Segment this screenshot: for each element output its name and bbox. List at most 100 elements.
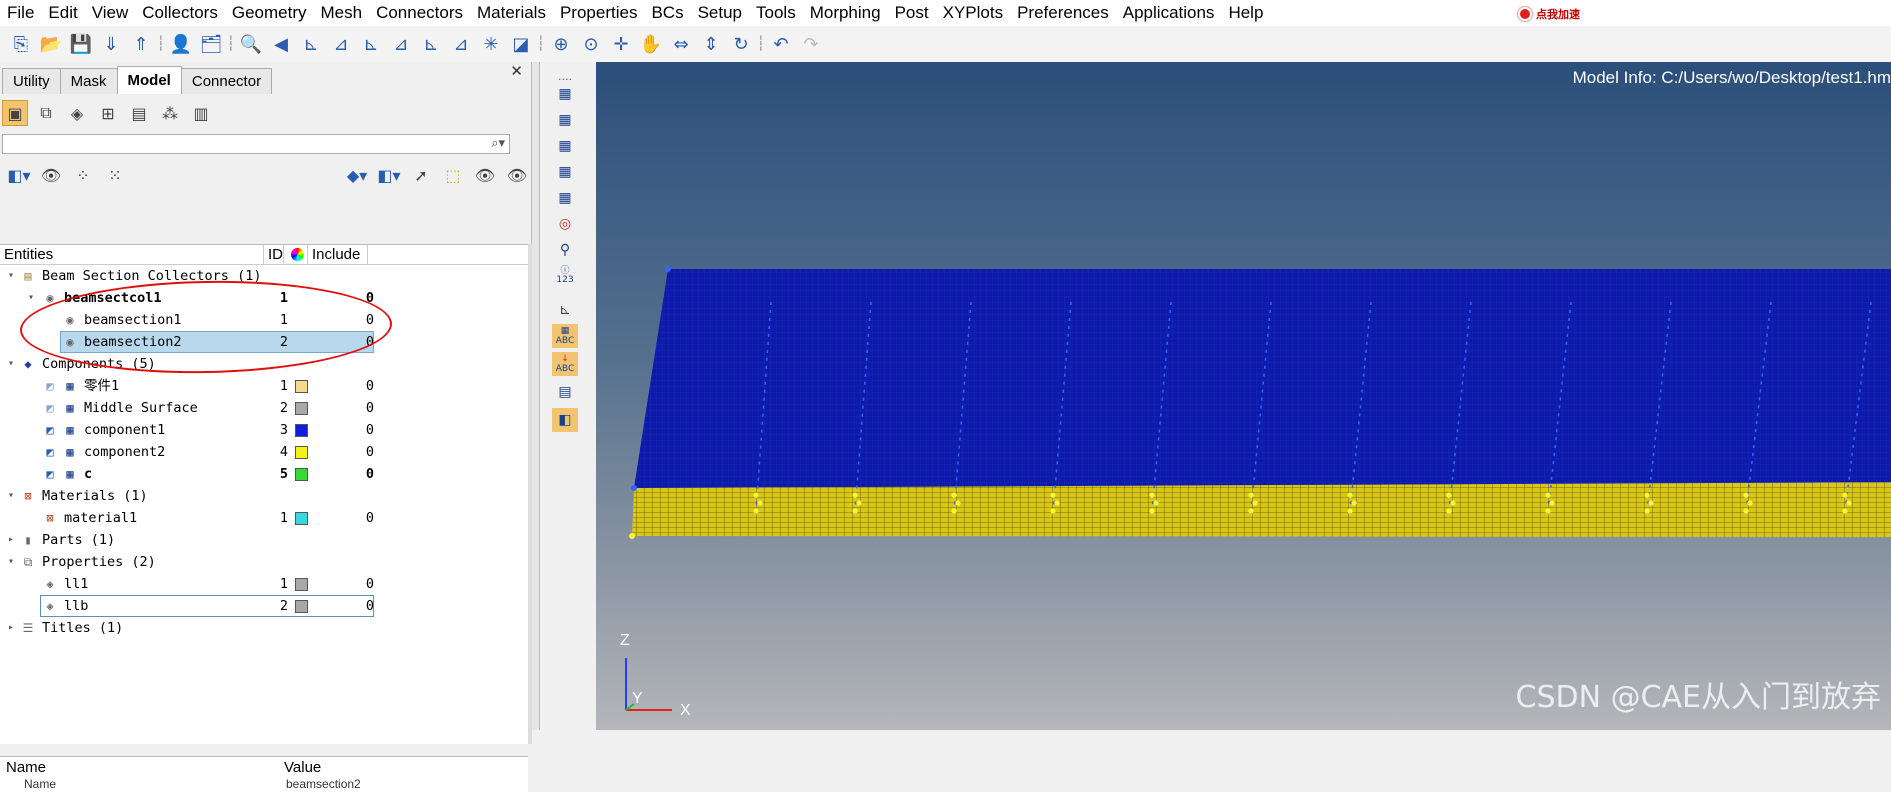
redo-icon[interactable]: ↷ xyxy=(798,31,824,57)
color-swatch[interactable] xyxy=(295,402,308,415)
tree-row-property[interactable]: ◈ ll1 1 0 xyxy=(0,573,528,595)
material-view-icon[interactable]: ⊞ xyxy=(95,100,121,126)
menu-item-edit[interactable]: Edit xyxy=(41,3,84,23)
zoom-icon[interactable]: 🔍 xyxy=(238,31,264,57)
measure-icon[interactable]: ⊾ xyxy=(552,298,578,322)
menu-item-connectors[interactable]: Connectors xyxy=(369,3,470,23)
color-swatch[interactable] xyxy=(295,512,308,525)
property-value-cell[interactable]: beamsection2 xyxy=(286,777,361,791)
menu-item-geometry[interactable]: Geometry xyxy=(225,3,314,23)
mesh-toggle-icon[interactable]: ▦ xyxy=(62,378,78,394)
tree-row-component[interactable]: ◩ ▦ c 5 0 xyxy=(0,463,528,485)
tree-row-property[interactable]: ◈ llb 2 0 xyxy=(0,595,528,617)
tree-group-properties[interactable]: ▾ ⧉ Properties (2) xyxy=(0,551,528,573)
mesh-toggle-icon[interactable]: ▦ xyxy=(62,422,78,438)
view-yz-icon[interactable]: ⊾ xyxy=(418,31,444,57)
tab-connector[interactable]: Connector xyxy=(180,68,273,94)
save-icon[interactable]: 💾 xyxy=(68,31,94,57)
label-abc-icon-2[interactable]: ↓ ABC xyxy=(552,352,578,376)
zoom-box-icon[interactable]: ⊙ xyxy=(578,31,604,57)
menu-item-mesh[interactable]: Mesh xyxy=(313,3,369,23)
tab-model[interactable]: Model xyxy=(116,66,182,94)
view-zy-icon[interactable]: ⊿ xyxy=(448,31,474,57)
display-toggle-icon[interactable]: ◩ xyxy=(42,400,58,416)
menu-item-materials[interactable]: Materials xyxy=(470,3,553,23)
pan-hand-icon[interactable]: ✋ xyxy=(638,31,664,57)
display-toggle-icon[interactable]: ◩ xyxy=(42,378,58,394)
mesh-toggle-icon[interactable]: ▦ xyxy=(62,444,78,460)
view-display-icon[interactable]: ◪ xyxy=(508,31,534,57)
menu-item-tools[interactable]: Tools xyxy=(749,3,803,23)
panel-icon-3[interactable]: ▦ xyxy=(552,134,578,158)
display-toggle-icon[interactable]: ◩ xyxy=(42,422,58,438)
vertical-move-icon[interactable]: ⇕ xyxy=(698,31,724,57)
menu-item-file[interactable]: File xyxy=(0,3,41,23)
model-folder-icon[interactable]: 🗂 xyxy=(198,31,224,57)
rotate-icon[interactable]: ✛ xyxy=(608,31,634,57)
display-toggle-icon[interactable]: ◩ xyxy=(42,466,58,482)
tree-row-component[interactable]: ◩ ▦ component1 3 0 xyxy=(0,419,528,441)
view-xy-icon[interactable]: ⊾ xyxy=(298,31,324,57)
collapse-icon[interactable]: ▾ xyxy=(6,353,16,375)
import-icon[interactable]: ⎘ xyxy=(8,31,34,57)
panel-icon-1[interactable]: ▦ xyxy=(552,82,578,106)
close-icon[interactable]: ✕ xyxy=(510,62,523,80)
shaded-mode-icon[interactable]: ◆▾ xyxy=(344,162,370,188)
mesh-settings-icon[interactable]: ▤ xyxy=(552,380,578,404)
expand-icon[interactable]: ▸ xyxy=(6,617,16,639)
fit-view-icon[interactable]: ⊕ xyxy=(548,31,574,57)
menu-item-setup[interactable]: Setup xyxy=(691,3,749,23)
panel-icon-4[interactable]: ▦ xyxy=(552,160,578,184)
menu-item-xyplots[interactable]: XYPlots xyxy=(936,3,1010,23)
open-file-icon[interactable]: 📂 xyxy=(38,31,64,57)
menu-item-preferences[interactable]: Preferences xyxy=(1010,3,1116,23)
menu-item-collectors[interactable]: Collectors xyxy=(135,3,225,23)
menu-item-morphing[interactable]: Morphing xyxy=(803,3,888,23)
back-arrow-icon[interactable]: ◀ xyxy=(268,31,294,57)
view-yx-icon[interactable]: ⊿ xyxy=(328,31,354,57)
color-swatch[interactable] xyxy=(295,380,308,393)
include-column-header[interactable]: Include xyxy=(308,245,368,264)
menu-item-help[interactable]: Help xyxy=(1221,3,1270,23)
show-one-icon[interactable]: 👁 xyxy=(504,162,530,188)
tree-row-component[interactable]: ◩ ▦ Middle Surface 2 0 xyxy=(0,397,528,419)
component-view-icon[interactable]: ◈ xyxy=(64,100,90,126)
view-xz-icon[interactable]: ⊾ xyxy=(358,31,384,57)
undo-icon[interactable]: ↶ xyxy=(768,31,794,57)
spin-icon[interactable]: ↻ xyxy=(728,31,754,57)
show-selected-icon[interactable]: ⁙ xyxy=(102,162,128,188)
view-zx-icon[interactable]: ⊿ xyxy=(388,31,414,57)
label-abc-icon[interactable]: ▦ ABC xyxy=(552,324,578,348)
menu-item-bcs[interactable]: BCs xyxy=(644,3,690,23)
horizontal-move-icon[interactable]: ⇔ xyxy=(668,31,694,57)
target-icon[interactable]: ◎ xyxy=(552,212,578,236)
id-column-header[interactable]: ID xyxy=(264,245,284,264)
surface-icon[interactable]: ◧ xyxy=(552,408,578,432)
import-geometry-icon[interactable]: ⇓ xyxy=(98,31,124,57)
binoculars-icon[interactable]: ⚲ xyxy=(552,238,578,262)
accelerate-badge[interactable]: 点我加速 xyxy=(1518,5,1580,23)
menu-item-properties[interactable]: Properties xyxy=(553,3,644,23)
collapse-icon[interactable]: ▾ xyxy=(6,551,16,573)
reverse-display-icon[interactable]: 👁 xyxy=(472,162,498,188)
color-swatch[interactable] xyxy=(295,600,308,613)
browser-search-input[interactable]: ⌕▾ xyxy=(2,134,510,154)
hierarchy-view-icon[interactable]: ⧉ xyxy=(33,100,59,126)
tab-utility[interactable]: Utility xyxy=(2,68,61,94)
panel-icon-5[interactable]: ▦ xyxy=(552,186,578,210)
entity-view-icon[interactable]: ▣ xyxy=(2,100,28,126)
assembly-view-icon[interactable]: ⁂ xyxy=(157,100,183,126)
top-plate[interactable] xyxy=(634,269,1891,488)
tree-row-material[interactable]: ⊠ material1 1 0 xyxy=(0,507,528,529)
color-swatch[interactable] xyxy=(295,468,308,481)
show-eye-icon[interactable]: 👁 xyxy=(38,162,64,188)
export-icon[interactable]: ⇑ xyxy=(128,31,154,57)
bottom-plate[interactable] xyxy=(632,482,1891,537)
menu-item-post[interactable]: Post xyxy=(888,3,936,23)
tree-row-component[interactable]: ◩ ▦ component2 4 0 xyxy=(0,441,528,463)
view-iso-icon[interactable]: ✳ xyxy=(478,31,504,57)
mesh-toggle-icon[interactable]: ▦ xyxy=(62,400,78,416)
fe-mesh-model[interactable] xyxy=(596,62,1891,730)
color-swatch[interactable] xyxy=(295,424,308,437)
expand-icon[interactable]: ▸ xyxy=(6,529,16,551)
